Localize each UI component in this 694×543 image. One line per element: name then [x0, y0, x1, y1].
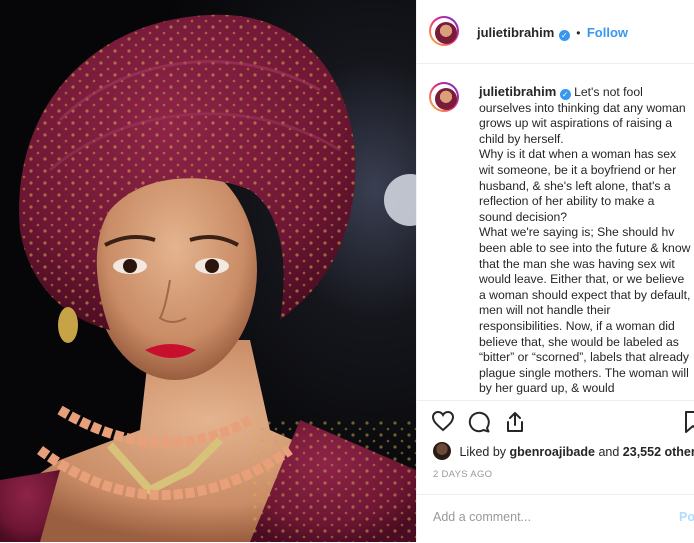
comment-input[interactable]: Add a comment...	[433, 510, 531, 524]
liker-username[interactable]: gbenroajibade	[510, 445, 595, 459]
caption-text: julietibrahim ✓ Let's not fool ourselves…	[479, 84, 691, 397]
follow-button[interactable]: Follow	[587, 25, 628, 40]
caption-avatar[interactable]	[429, 82, 459, 112]
header-separator: •	[576, 26, 581, 40]
likes-prefix: Liked by	[459, 445, 507, 459]
liker-avatar[interactable]	[433, 442, 451, 460]
likes-summary: Liked by gbenroajibade and 23,552 others	[433, 442, 694, 460]
post-comment-button[interactable]: Po	[679, 510, 694, 524]
likes-middle: and	[598, 445, 620, 459]
likes-others[interactable]: 23,552 others	[623, 445, 694, 459]
comment-bubble-icon[interactable]	[467, 410, 491, 434]
portrait-illustration	[0, 0, 416, 542]
author-avatar[interactable]	[429, 16, 459, 46]
heart-icon[interactable]	[431, 410, 455, 432]
verified-badge-icon: ✓	[558, 30, 570, 41]
comment-box: Add a comment... Po	[417, 494, 694, 543]
post-header: julietibrahim ✓ • Follow	[417, 0, 694, 64]
post-sidebar: julietibrahim ✓ • Follow julietibrahim ✓…	[416, 0, 694, 542]
post-image[interactable]	[0, 0, 416, 542]
post-timestamp[interactable]: 2 DAYS AGO	[433, 469, 492, 480]
caption-verified-badge-icon: ✓	[559, 89, 571, 100]
bookmark-icon[interactable]	[683, 410, 694, 434]
caption-username[interactable]: julietibrahim	[479, 84, 556, 99]
header-username[interactable]: julietibrahim	[477, 25, 554, 40]
caption-paragraph-2: Why is it dat when a woman has sex wit s…	[479, 147, 677, 224]
share-icon[interactable]	[503, 410, 527, 434]
caption-paragraph-3: What we're saying is; She should hv been…	[479, 225, 691, 396]
caption-scroll-area[interactable]: julietibrahim ✓ Let's not fool ourselves…	[417, 64, 694, 400]
action-bar	[417, 400, 694, 437]
